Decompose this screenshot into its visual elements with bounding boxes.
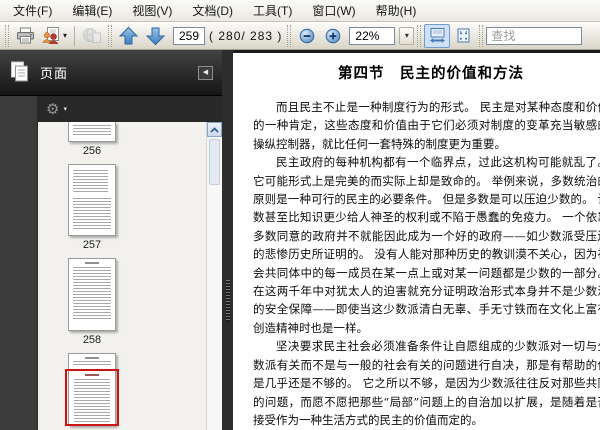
fit-page-button[interactable] bbox=[450, 24, 476, 48]
zoom-out-icon bbox=[299, 28, 315, 44]
navigation-tab-strip bbox=[0, 96, 38, 430]
toolbar-separator bbox=[74, 25, 76, 46]
fit-width-icon bbox=[429, 27, 446, 44]
menu-edit[interactable]: 编辑(E) bbox=[62, 0, 122, 22]
options-caret-icon[interactable]: ▾ bbox=[63, 105, 67, 113]
thumbnail-column: 256 257 258 bbox=[65, 122, 119, 426]
toolbar-drag-grip[interactable] bbox=[417, 24, 422, 47]
zoom-level-input[interactable]: 22% bbox=[349, 26, 396, 45]
thumbnail-label-258: 258 bbox=[82, 334, 102, 346]
splitter-grip-handle[interactable] bbox=[225, 280, 230, 322]
paragraph: 坚决要求民主社会必须准备条件让自愿组成的少数派对一切与少数派有关而不是与一般的社… bbox=[253, 339, 600, 427]
toolbar-drag-grip[interactable] bbox=[108, 24, 113, 47]
toolbar-drag-grip[interactable] bbox=[287, 24, 292, 47]
page-count-label: ( 280/ 283 ) bbox=[209, 28, 283, 43]
chevron-up-icon bbox=[210, 126, 219, 133]
thumbnail-heading-line bbox=[85, 262, 99, 264]
toolbar-drag-grip[interactable] bbox=[479, 24, 484, 47]
current-view-rectangle[interactable] bbox=[65, 369, 119, 426]
main-area: 页面 ◀ ⚙ ▾ 256 257 258 第四节 民主的价值和方法 而且民主不止… bbox=[0, 50, 600, 430]
scrollbar-thumb[interactable] bbox=[209, 139, 220, 185]
thumbnail-page-258[interactable] bbox=[68, 258, 116, 331]
print-button[interactable] bbox=[12, 24, 38, 48]
menu-tools[interactable]: 工具(T) bbox=[243, 0, 302, 22]
thumbnails-options-bar: ⚙ ▾ bbox=[38, 96, 222, 122]
panel-collapse-button[interactable]: ◀ bbox=[198, 65, 213, 80]
search-input[interactable] bbox=[486, 26, 583, 45]
thumbnail-text-lines bbox=[73, 361, 111, 367]
thumbnail-text-lines bbox=[73, 170, 108, 194]
pages-sidebar: 页面 ◀ ⚙ ▾ 256 257 258 bbox=[0, 50, 222, 430]
thumbnail-text-lines bbox=[74, 379, 110, 423]
zoom-out-button[interactable] bbox=[294, 24, 320, 48]
document-section-title: 第四节 民主的价值和方法 bbox=[338, 65, 524, 82]
menu-window[interactable]: 窗口(W) bbox=[302, 0, 365, 22]
fit-page-icon bbox=[455, 27, 472, 44]
menu-document[interactable]: 文档(D) bbox=[182, 0, 243, 22]
paragraph: 民主政府的每种机构都有一个临界点，过此这机构可能就乱了。它可能形式上是完美的而实… bbox=[253, 155, 600, 335]
toolbar-drag-grip[interactable] bbox=[5, 24, 9, 47]
thumbnail-heading-line bbox=[85, 357, 99, 359]
thumbnail-page-256[interactable] bbox=[68, 122, 116, 142]
page-up-arrow-icon bbox=[118, 26, 139, 46]
gear-icon[interactable]: ⚙ bbox=[46, 102, 59, 117]
zoom-dropdown-caret-icon[interactable]: ▾ bbox=[399, 26, 415, 45]
next-page-button[interactable] bbox=[142, 24, 169, 48]
thumbnail-page-259-current[interactable] bbox=[65, 353, 119, 426]
menu-view[interactable]: 视图(V) bbox=[122, 0, 182, 22]
document-body-text: 而且民主不止是一种制度行为的形式。 民主是对某种态度和价值的一种肯定，这些态度和… bbox=[253, 98, 600, 430]
globe-document-icon bbox=[82, 27, 102, 44]
thumbnails-scrollbar[interactable] bbox=[206, 122, 222, 430]
zoom-in-button[interactable] bbox=[320, 24, 346, 48]
pages-icon bbox=[9, 61, 30, 84]
panel-splitter[interactable] bbox=[222, 50, 233, 430]
menu-bar: 文件(F) 编辑(E) 视图(V) 文档(D) 工具(T) 窗口(W) 帮助(H… bbox=[0, 0, 600, 22]
paragraph: 而且民主不止是一种制度行为的形式。 民主是对某种态度和价值的一种肯定，这些态度和… bbox=[253, 100, 600, 151]
review-dropdown-caret-icon[interactable]: ▾ bbox=[63, 31, 67, 40]
pages-panel-body: ⚙ ▾ 256 257 258 bbox=[0, 96, 222, 430]
thumbnail-page-257[interactable] bbox=[68, 164, 116, 236]
thumbnail-heading-line bbox=[85, 374, 99, 376]
document-page: 第四节 民主的价值和方法 而且民主不止是一种制度行为的形式。 民主是对某种态度和… bbox=[233, 50, 600, 430]
page-down-arrow-icon bbox=[145, 26, 166, 46]
review-share-button[interactable]: ▾ bbox=[38, 24, 70, 48]
scroll-up-button[interactable] bbox=[207, 122, 222, 137]
thumbnails-panel: ⚙ ▾ 256 257 258 bbox=[38, 96, 222, 430]
page-number-input[interactable] bbox=[173, 26, 206, 45]
pages-panel-title: 页面 bbox=[40, 66, 69, 81]
printer-icon bbox=[16, 27, 35, 44]
zoom-in-icon bbox=[325, 28, 341, 44]
thumbnails-list: 256 257 258 bbox=[38, 122, 222, 430]
thumbnail-label-257: 257 bbox=[82, 239, 102, 251]
thumbnail-text-lines bbox=[73, 198, 111, 230]
thumbnail-label-256: 256 bbox=[82, 145, 102, 157]
pages-panel-header: 页面 ◀ bbox=[0, 50, 222, 96]
menu-file[interactable]: 文件(F) bbox=[3, 0, 62, 22]
thumbnail-text-lines bbox=[73, 267, 111, 321]
web-capture-button bbox=[79, 24, 105, 48]
previous-page-button[interactable] bbox=[115, 24, 142, 48]
thumbnail-text-lines bbox=[73, 125, 111, 137]
toolbar: ▾ 259 (280/ 283) 22% ▾ 查找 bbox=[0, 22, 600, 50]
menu-help[interactable]: 帮助(H) bbox=[366, 0, 427, 22]
fit-width-button[interactable] bbox=[424, 23, 451, 48]
review-people-document-icon bbox=[41, 27, 61, 44]
